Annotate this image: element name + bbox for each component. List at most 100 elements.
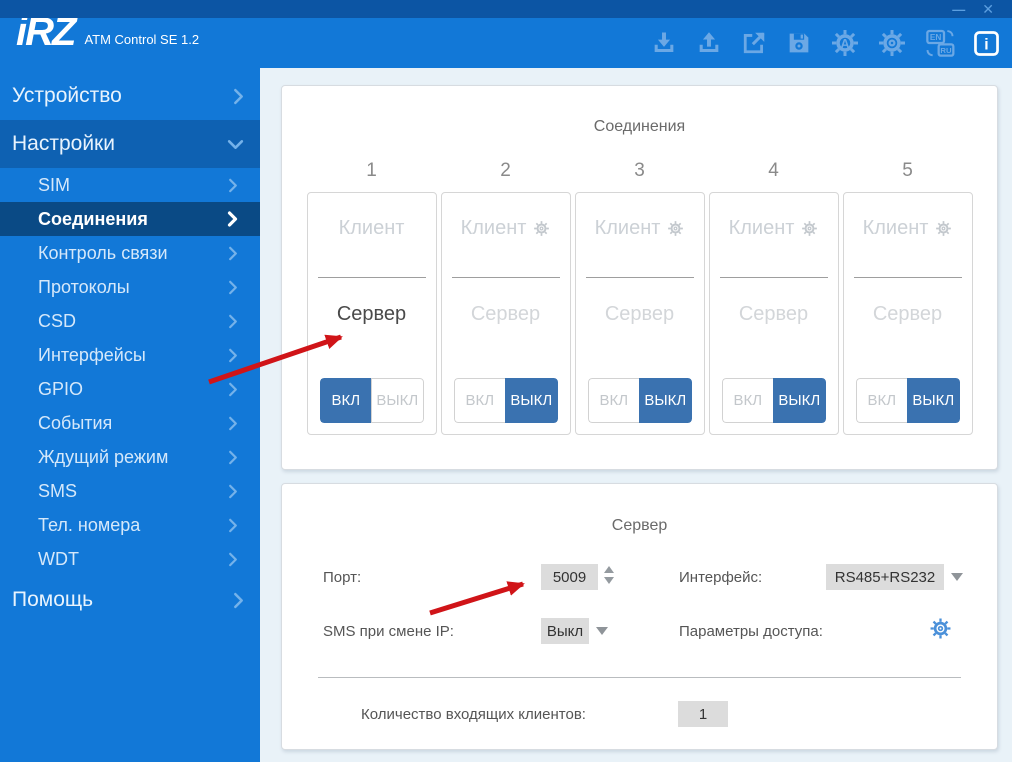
gear-a-letter: A [840,37,849,51]
on-off-toggle[interactable]: ВКЛ ВЫКЛ [855,378,960,423]
info-icon[interactable]: i [973,30,1000,57]
client-mode-option[interactable]: Клиент [844,217,972,240]
port-input[interactable]: 5009 [541,564,598,590]
connections-panel: Соединения 1 2 3 4 5 Клиент Сервер ВКЛ В… [281,85,998,470]
connection-number: 3 [634,160,645,181]
download-icon[interactable] [650,29,678,57]
client-settings-gear-icon[interactable] [667,220,684,237]
connection-card-1: Клиент Сервер ВКЛ ВЫКЛ [306,192,437,435]
connection-cards-row: Клиент Сервер ВКЛ ВЫКЛ Клиент Сервер ВКЛ [282,192,997,435]
dropdown-arrow-icon[interactable] [951,573,963,581]
on-off-toggle[interactable]: ВКЛ ВЫКЛ [319,378,424,423]
server-panel-title: Сервер [611,517,668,534]
server-mode-option[interactable]: Сервер [576,303,704,326]
incoming-clients-label: Количество входящих клиентов: [361,706,586,723]
sidebar-item-label: Устройство [12,84,122,107]
sidebar-item-events[interactable]: События [0,406,260,440]
section-divider [318,677,961,678]
lang-ru-label: RU [940,46,952,55]
sidebar-item-gpio[interactable]: GPIO [0,372,260,406]
sms-on-ip-change-label: SMS при смене IP: [323,623,454,640]
client-settings-gear-icon[interactable] [801,220,818,237]
interface-label: Интерфейс: [679,569,763,586]
client-mode-label: Клиент [338,217,405,239]
mode-divider [585,277,694,278]
settings-gear-icon[interactable] [877,28,907,58]
client-mode-label: Клиент [594,217,661,239]
server-mode-option[interactable]: Сервер [442,303,570,326]
chevron-right-icon [228,450,238,465]
sidebar-item-connections[interactable]: Соединения [0,202,260,236]
sidebar-item-help[interactable]: Помощь [0,576,260,624]
toggle-off[interactable]: ВЫКЛ [371,378,424,423]
port-label: Порт: [323,569,362,586]
upload-icon[interactable] [695,29,723,57]
sidebar-item-standby-mode[interactable]: Ждущий режим [0,440,260,474]
toggle-off[interactable]: ВЫКЛ [505,378,558,423]
client-mode-option[interactable]: Клиент [308,217,436,240]
chevron-right-icon [228,484,238,499]
save-icon[interactable] [785,29,813,57]
sidebar-item-phone-numbers[interactable]: Тел. номера [0,508,260,542]
sms-on-ip-change-dropdown[interactable]: Выкл [541,618,589,644]
close-button[interactable]: ✕ [982,2,994,16]
toggle-on[interactable]: ВКЛ [319,378,371,423]
spinner-down-icon[interactable] [604,577,614,584]
client-mode-label: Клиент [862,217,929,239]
server-mode-option[interactable]: Сервер [710,303,838,326]
incoming-clients-input[interactable]: 1 [678,701,728,727]
connection-number: 5 [902,160,913,181]
toggle-on[interactable]: ВКЛ [453,378,505,423]
chevron-right-icon [228,552,238,567]
app-title: ATM Control SE 1.2 [84,32,200,47]
sidebar-item-link-control[interactable]: Контроль связи [0,236,260,270]
client-settings-gear-icon[interactable] [533,220,550,237]
toggle-on[interactable]: ВКЛ [855,378,907,423]
spinner-up-icon[interactable] [604,566,614,573]
client-settings-gear-icon[interactable] [935,220,952,237]
minimize-button[interactable]: — [952,3,965,16]
client-mode-option[interactable]: Клиент [576,217,704,240]
toggle-on[interactable]: ВКЛ [721,378,773,423]
access-params-gear-icon[interactable] [929,617,952,645]
mode-divider [719,277,828,278]
dropdown-arrow-icon[interactable] [596,627,608,635]
external-link-icon[interactable] [740,29,768,57]
chevron-right-icon [228,518,238,533]
sidebar-item-csd[interactable]: CSD [0,304,260,338]
sidebar-item-interfaces[interactable]: Интерфейсы [0,338,260,372]
sidebar-item-wdt[interactable]: WDT [0,542,260,576]
auto-settings-gear-icon[interactable]: A [830,28,860,58]
on-off-toggle[interactable]: ВКЛ ВЫКЛ [721,378,826,423]
client-mode-label: Клиент [460,217,527,239]
chevron-down-icon [227,139,244,150]
chevron-right-icon [228,348,238,363]
server-mode-option[interactable]: Сервер [308,303,436,326]
language-toggle-icon[interactable]: EN RU [924,27,956,59]
sidebar-item-label: GPIO [38,378,84,399]
chevron-right-icon [233,88,244,105]
mode-divider [451,277,560,278]
client-mode-option[interactable]: Клиент [442,217,570,240]
sidebar-item-label: События [38,412,113,433]
chevron-right-icon [228,416,238,431]
server-mode-option[interactable]: Сервер [844,303,972,326]
toggle-off[interactable]: ВЫКЛ [907,378,960,423]
sidebar-item-protocols[interactable]: Протоколы [0,270,260,304]
connection-card-3: Клиент Сервер ВКЛ ВЫКЛ [574,192,705,435]
on-off-toggle[interactable]: ВКЛ ВЫКЛ [587,378,692,423]
mode-divider [853,277,962,278]
client-mode-option[interactable]: Клиент [710,217,838,240]
toggle-off[interactable]: ВЫКЛ [773,378,826,423]
mode-divider [317,277,426,278]
sidebar-item-sim[interactable]: SIM [0,168,260,202]
toggle-off[interactable]: ВЫКЛ [639,378,692,423]
sidebar-item-sms[interactable]: SMS [0,474,260,508]
sidebar-item-device[interactable]: Устройство [0,72,260,120]
interface-dropdown[interactable]: RS485+RS232 [826,564,944,590]
connections-panel-title: Соединения [593,118,686,135]
port-spinner[interactable] [604,566,614,584]
sidebar-item-settings[interactable]: Настройки [0,120,260,168]
toggle-on[interactable]: ВКЛ [587,378,639,423]
on-off-toggle[interactable]: ВКЛ ВЫКЛ [453,378,558,423]
